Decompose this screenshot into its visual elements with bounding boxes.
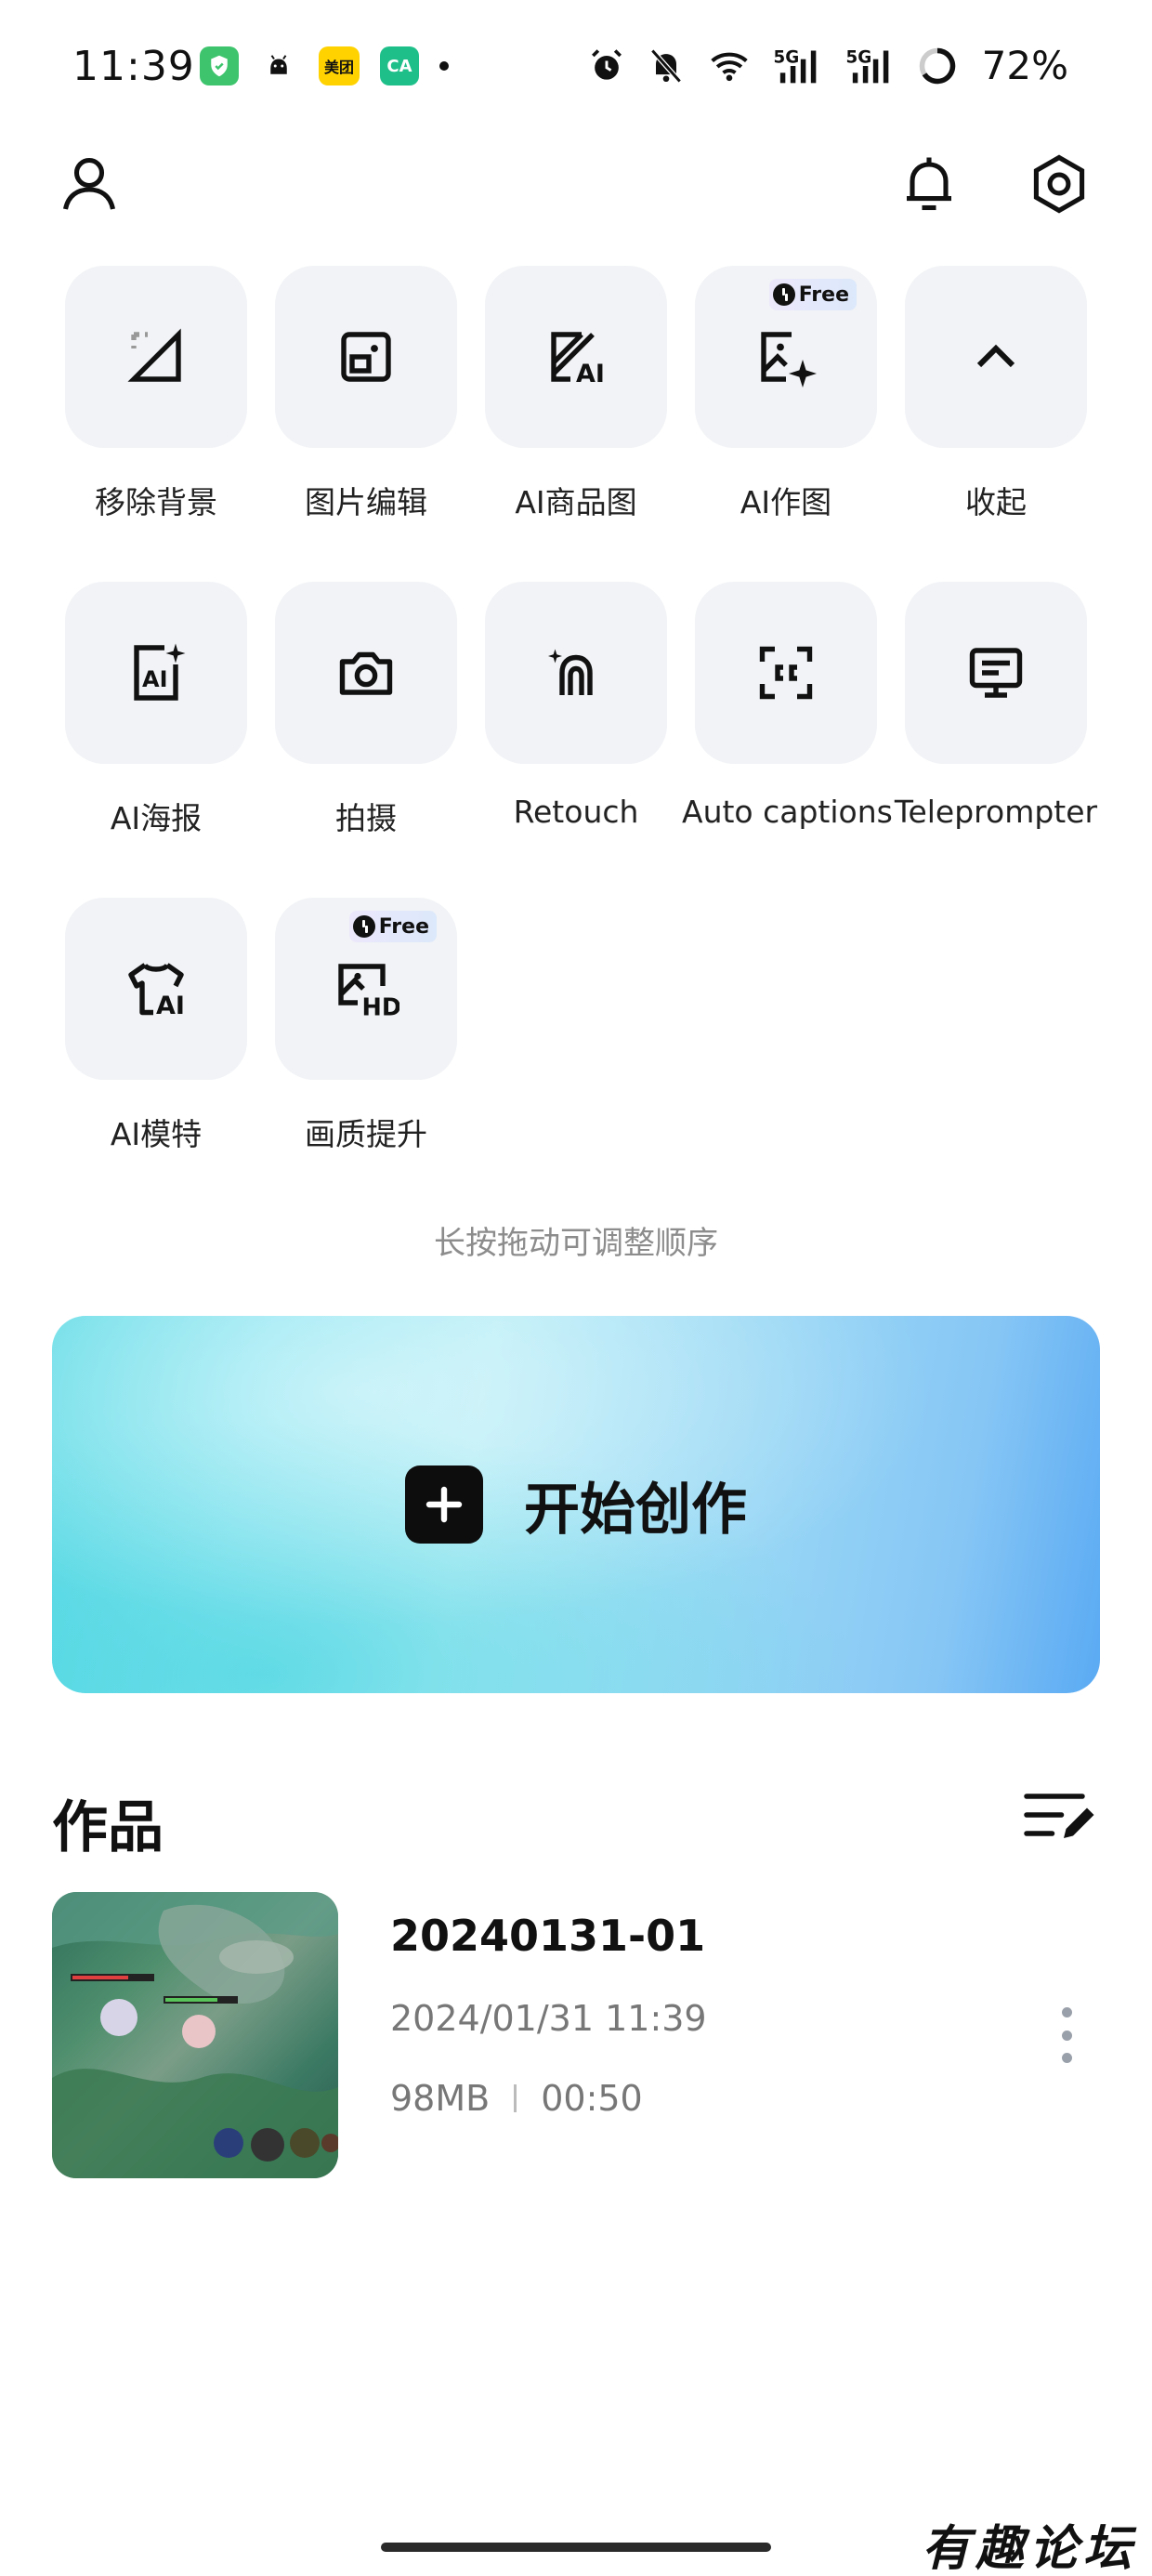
- work-name[interactable]: 20240131-01: [390, 1911, 705, 1961]
- tool-image-edit[interactable]: 图片编辑: [262, 266, 470, 522]
- alarm-icon: [591, 48, 622, 80]
- reorder-hint: 长按拖动可调整顺序: [434, 1225, 718, 1262]
- tool-tile[interactable]: [905, 266, 1087, 448]
- tool-tile[interactable]: [65, 266, 247, 448]
- mute-icon: [649, 48, 682, 83]
- teleprompter-icon: [969, 648, 1023, 698]
- tool-tile[interactable]: [905, 582, 1087, 764]
- ai-model-icon: AI: [128, 963, 185, 1020]
- tool-ai-product-image[interactable]: AI AI商品图: [472, 266, 680, 522]
- notifications-button[interactable]: [892, 147, 966, 221]
- tool-auto-captions[interactable]: Auto captions: [682, 582, 893, 830]
- retouch-icon: [548, 649, 593, 695]
- tool-tile[interactable]: [695, 582, 877, 764]
- home-indicator[interactable]: [381, 2543, 771, 2552]
- captions-icon: [759, 646, 813, 700]
- work-date: 2024/01/31 11:39: [390, 1998, 707, 2039]
- ca-app-icon: CA: [380, 46, 419, 85]
- battery-percent: 72%: [981, 43, 1068, 88]
- tool-label: 移除背景: [95, 484, 217, 520]
- tool-ai-model[interactable]: AI AI模特: [52, 898, 260, 1154]
- ai-product-image-icon: AI: [551, 332, 605, 388]
- tool-label: 收起: [965, 484, 1027, 520]
- camera-icon: [339, 651, 393, 695]
- status-time: 11:39: [72, 43, 195, 90]
- settings-button[interactable]: [1022, 147, 1096, 221]
- tool-teleprompter[interactable]: Teleprompter: [892, 582, 1100, 830]
- tool-retouch[interactable]: Retouch: [472, 582, 680, 830]
- work-duration: 00:50: [541, 2078, 643, 2119]
- remove-background-icon: [127, 328, 181, 382]
- work-thumbnail[interactable]: [52, 1892, 338, 2178]
- image-edit-icon: [341, 332, 391, 382]
- shield-app-icon: [200, 46, 239, 85]
- svg-text:5G: 5G: [845, 47, 871, 67]
- hd-enhance-icon: HD: [338, 964, 400, 1022]
- clock-icon: [772, 283, 795, 306]
- tool-tile[interactable]: AI: [65, 898, 247, 1080]
- free-badge: Free: [348, 911, 437, 942]
- tool-label: AI商品图: [515, 484, 637, 520]
- tool-label: Auto captions: [682, 794, 893, 830]
- free-badge-label: Free: [378, 914, 429, 939]
- tool-tile[interactable]: Free HD: [275, 898, 457, 1080]
- svg-text:5G: 5G: [773, 47, 799, 67]
- svg-text:AI: AI: [576, 360, 605, 388]
- tool-label: AI作图: [740, 484, 832, 520]
- tool-label: 图片编辑: [305, 484, 427, 520]
- bell-icon: [907, 157, 951, 211]
- settings-icon: [1033, 154, 1085, 214]
- tool-label: AI模特: [110, 1116, 203, 1152]
- clock-icon: [352, 915, 375, 938]
- tool-label: Teleprompter: [894, 794, 1098, 830]
- watermark: 有趣论坛: [922, 2520, 1138, 2576]
- edit-list-icon[interactable]: [1022, 1782, 1096, 1847]
- profile-button[interactable]: [52, 147, 126, 221]
- tool-ai-image[interactable]: Free AI作图: [682, 266, 890, 522]
- tool-label: AI海报: [110, 800, 203, 836]
- 5g-signal-icon: 5G: [845, 47, 888, 83]
- start-create-label: 开始创作: [524, 1477, 747, 1543]
- battery-icon: [919, 47, 955, 84]
- more-options-icon[interactable]: [1050, 2007, 1083, 2063]
- system-icons: 5G 5G 72%: [586, 43, 1068, 88]
- wifi-icon: [710, 52, 748, 81]
- tool-tile[interactable]: [485, 582, 667, 764]
- android-icon: [259, 46, 298, 85]
- tool-tile[interactable]: [275, 266, 457, 448]
- tool-label: 画质提升: [305, 1116, 427, 1152]
- tool-label: 拍摄: [335, 800, 397, 836]
- tool-tile[interactable]: AI: [65, 582, 247, 764]
- meituan-icon: 美团: [319, 46, 360, 85]
- start-create-button[interactable]: 开始创作: [52, 1316, 1100, 1693]
- tool-tile[interactable]: AI: [485, 266, 667, 448]
- tool-collapse[interactable]: 收起: [892, 266, 1100, 522]
- tool-label: Retouch: [513, 794, 639, 830]
- notification-icons: 美团 CA: [200, 46, 449, 85]
- svg-text:AI: AI: [142, 666, 168, 692]
- tool-tile[interactable]: [275, 582, 457, 764]
- work-size: 98MB: [390, 2078, 491, 2119]
- tool-ai-poster[interactable]: AI AI海报: [52, 582, 260, 838]
- chevron-up-icon: [976, 344, 1015, 368]
- tool-tile[interactable]: Free: [695, 266, 877, 448]
- ai-image-icon: [761, 332, 817, 388]
- free-badge-label: Free: [798, 283, 849, 307]
- tool-remove-background[interactable]: 移除背景: [52, 266, 260, 522]
- meta-divider: [514, 2084, 517, 2112]
- ai-poster-icon: AI: [134, 643, 186, 701]
- status-bar: 11:39 美团 CA 5G 5G 72%: [0, 0, 1152, 130]
- tool-hd-enhance[interactable]: Free HD 画质提升: [262, 898, 470, 1154]
- profile-icon: [62, 157, 116, 210]
- svg-text:HD: HD: [362, 994, 400, 1022]
- tool-camera[interactable]: 拍摄: [262, 582, 470, 838]
- works-title: 作品: [52, 1795, 164, 1860]
- svg-text:AI: AI: [156, 992, 185, 1020]
- work-meta: 98MB 00:50: [390, 2078, 643, 2119]
- free-badge: Free: [768, 279, 857, 310]
- more-notifications-dot: [439, 61, 449, 71]
- plus-icon: [405, 1465, 483, 1544]
- 5g-signal-icon: 5G: [773, 47, 816, 83]
